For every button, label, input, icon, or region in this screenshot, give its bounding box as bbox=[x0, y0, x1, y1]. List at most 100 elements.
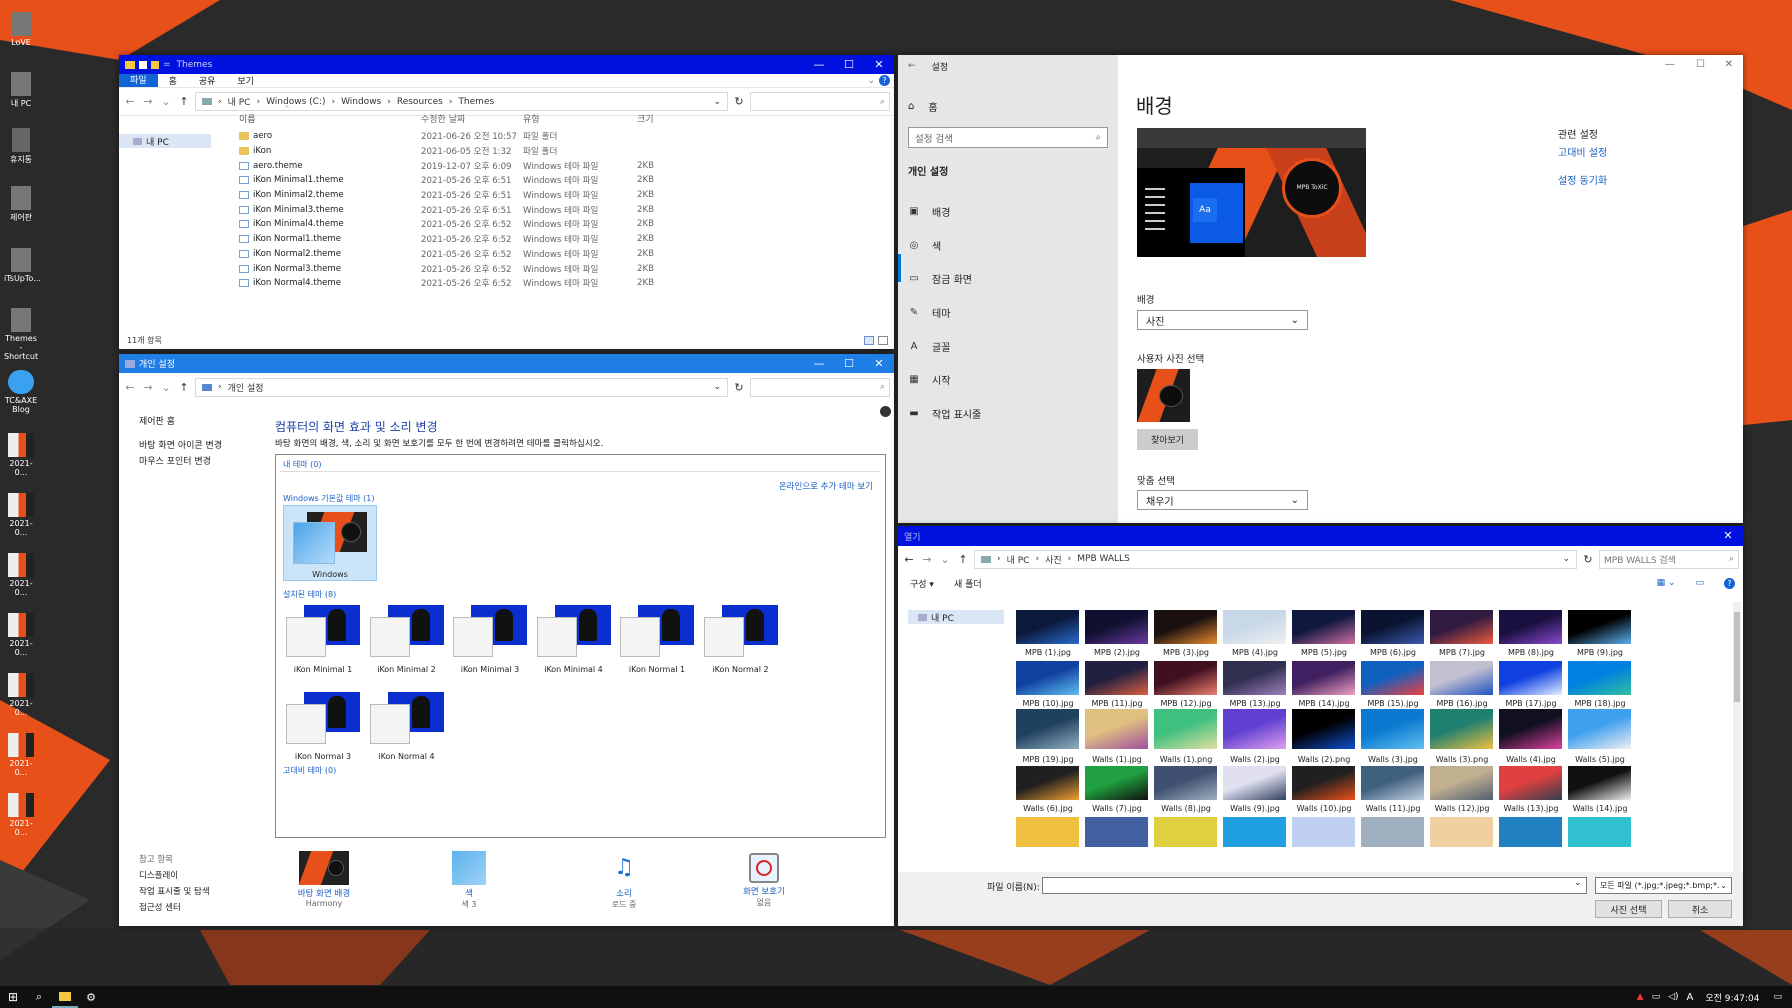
see-also-display[interactable]: 디스플레이 bbox=[139, 868, 210, 884]
settings-nav-item[interactable]: A 글꼴 bbox=[898, 329, 1118, 363]
image-thumbnail[interactable] bbox=[1292, 610, 1355, 644]
forward-icon[interactable]: → bbox=[920, 553, 934, 566]
scrollbar-thumb[interactable] bbox=[1734, 612, 1740, 702]
image-thumbnail[interactable] bbox=[1361, 709, 1424, 749]
network-warning-icon[interactable]: ▲ bbox=[1637, 992, 1644, 1002]
image-thumbnail[interactable] bbox=[1499, 610, 1562, 644]
image-thumbnail[interactable] bbox=[1430, 709, 1493, 749]
help-icon[interactable] bbox=[880, 406, 891, 417]
volume-icon[interactable]: ◁) bbox=[1668, 992, 1678, 1002]
image-thumbnail[interactable] bbox=[1292, 766, 1355, 800]
network-icon[interactable]: ▭ bbox=[1652, 992, 1661, 1002]
theme-windows[interactable]: Windows bbox=[283, 505, 377, 581]
image-thumbnail[interactable] bbox=[1361, 766, 1424, 800]
image-thumbnail[interactable] bbox=[1568, 610, 1631, 644]
details-view-icon[interactable] bbox=[864, 336, 874, 345]
theme-tile[interactable]: iKon Normal 4 bbox=[367, 692, 447, 767]
view-options-icon[interactable]: ▦ ⌄ bbox=[1657, 578, 1676, 588]
image-thumbnail[interactable] bbox=[1085, 661, 1148, 695]
image-thumbnail[interactable] bbox=[1016, 817, 1079, 847]
chevron-down-icon[interactable]: ⌄ bbox=[1562, 554, 1570, 564]
minimize-button[interactable]: — bbox=[804, 354, 834, 373]
settings-nav-item[interactable]: ✎ 테마 bbox=[898, 296, 1118, 330]
desktop-icon[interactable]: LoVE bbox=[4, 12, 38, 47]
col-type[interactable]: 유형 bbox=[523, 112, 637, 125]
file-explorer-taskbar-icon[interactable] bbox=[52, 986, 78, 1008]
back-icon[interactable]: ← bbox=[902, 553, 916, 566]
image-thumbnail[interactable] bbox=[1499, 817, 1562, 847]
image-thumbnail[interactable] bbox=[1154, 766, 1217, 800]
preview-pane-icon[interactable]: ▭ bbox=[1695, 578, 1704, 588]
see-also-taskbar[interactable]: 작업 표시줄 및 탐색 bbox=[139, 884, 210, 900]
image-thumbnail[interactable] bbox=[1430, 661, 1493, 695]
new-folder-icon[interactable] bbox=[151, 60, 159, 69]
sync-settings-link[interactable]: 설정 동기화 bbox=[1558, 172, 1607, 187]
table-row[interactable]: iKon Normal1.theme 2021-05-26 오후 6:52 Wind… bbox=[119, 232, 894, 247]
explorer-window[interactable]: = Themes — ☐ ✕ 파일 홈 공유 보기 ⌄ ? ← → ⌄ ↑ › 내 P… bbox=[119, 55, 894, 349]
see-also-accessibility[interactable]: 접근성 센터 bbox=[139, 900, 210, 916]
image-thumbnail[interactable] bbox=[1223, 709, 1286, 749]
image-thumbnail[interactable] bbox=[1499, 709, 1562, 749]
table-row[interactable]: iKon Minimal2.theme 2021-05-26 오후 6:51 Win… bbox=[119, 188, 894, 203]
start-icon[interactable]: ⊞ bbox=[0, 990, 26, 1004]
table-row[interactable]: iKon 2021-06-05 오전 1:32 파일 폴더 bbox=[119, 144, 894, 159]
image-thumbnail[interactable] bbox=[1223, 817, 1286, 847]
tab-home[interactable]: 홈 bbox=[158, 74, 188, 87]
crumb[interactable]: Themes bbox=[458, 97, 494, 107]
organize-button[interactable]: 구성 ▾ bbox=[910, 577, 934, 590]
image-thumbnail[interactable] bbox=[1154, 661, 1217, 695]
back-icon[interactable]: ← bbox=[123, 381, 137, 394]
chevron-down-icon[interactable]: ⌄ bbox=[713, 97, 721, 107]
image-thumbnail[interactable] bbox=[1154, 817, 1217, 847]
settings-nav-item[interactable]: ▬ 작업 표시줄 bbox=[898, 397, 1118, 431]
mouse-pointer-link[interactable]: 마우스 포인터 변경 bbox=[139, 454, 222, 470]
theme-tile[interactable]: iKon Minimal 2 bbox=[367, 605, 447, 680]
image-thumbnail[interactable] bbox=[1361, 661, 1424, 695]
desktop-icon[interactable]: 휴지통 bbox=[4, 128, 38, 165]
table-row[interactable]: iKon Minimal3.theme 2021-05-26 오후 6:51 Win… bbox=[119, 202, 894, 217]
filename-input[interactable] bbox=[1042, 877, 1587, 894]
up-icon[interactable]: ↑ bbox=[956, 553, 970, 566]
tab-file[interactable]: 파일 bbox=[119, 74, 158, 87]
image-thumbnail[interactable] bbox=[1085, 610, 1148, 644]
address-bar[interactable]: › 개인 설정 ⌄ bbox=[195, 377, 728, 397]
image-thumbnail[interactable] bbox=[1430, 610, 1493, 644]
close-button[interactable]: ✕ bbox=[864, 354, 894, 373]
open-dialog-titlebar[interactable]: 열기 ✕ bbox=[898, 526, 1743, 546]
maximize-button[interactable]: ☐ bbox=[834, 354, 864, 373]
desktop-icon[interactable]: iTsUpTo... bbox=[4, 248, 41, 283]
online-themes-link[interactable]: 온라인으로 추가 테마 보기 bbox=[779, 480, 873, 492]
image-thumbnail[interactable] bbox=[1568, 709, 1631, 749]
large-icons-view-icon[interactable] bbox=[878, 336, 888, 345]
settings-nav-item[interactable]: ▣ 배경 bbox=[898, 195, 1118, 229]
settings-gear-icon[interactable]: ⚙ bbox=[78, 991, 104, 1004]
sound-setting[interactable]: ♫ 소리 로드 중 bbox=[584, 851, 664, 910]
recent-picture-thumb[interactable] bbox=[1137, 369, 1190, 422]
image-thumbnail[interactable] bbox=[1085, 709, 1148, 749]
desktop-icon[interactable]: Themes - Shortcut bbox=[4, 308, 38, 361]
fit-dropdown[interactable]: 채우기 ⌄ bbox=[1137, 490, 1308, 510]
maximize-button[interactable]: ☐ bbox=[1696, 59, 1705, 70]
cancel-button[interactable]: 취소 bbox=[1668, 900, 1732, 918]
theme-tile[interactable]: iKon Minimal 4 bbox=[534, 605, 614, 680]
desktop-icon[interactable]: 2021-0... bbox=[4, 433, 38, 477]
save-icon[interactable] bbox=[139, 60, 147, 69]
close-button[interactable]: ✕ bbox=[1713, 526, 1743, 546]
high-contrast-link[interactable]: 고대비 설정 bbox=[1558, 144, 1607, 159]
recent-dropdown-icon[interactable]: ⌄ bbox=[938, 553, 952, 566]
desktop-icon[interactable]: 2021-0... bbox=[4, 673, 38, 717]
image-thumbnail[interactable] bbox=[1223, 661, 1286, 695]
theme-tile[interactable]: iKon Normal 1 bbox=[617, 605, 697, 680]
control-panel-home-link[interactable]: 제어판 홈 bbox=[139, 414, 222, 430]
theme-tile[interactable]: iKon Minimal 1 bbox=[283, 605, 363, 680]
settings-window[interactable]: ← 설정 ⌂ 홈 설정 검색 ⌕ 개인 설정 ▣ 배경 ◎ 색 ▭ 잠금 화면 ✎ 테마 A 글꼴… bbox=[898, 55, 1743, 523]
dialog-nav-item[interactable]: 내 PC bbox=[908, 610, 1004, 624]
close-button[interactable]: ✕ bbox=[1725, 59, 1733, 70]
filename-dropdown-icon[interactable]: ⌄ bbox=[1574, 878, 1582, 888]
help-icon[interactable]: ? bbox=[1724, 577, 1735, 589]
scrollbar[interactable] bbox=[1733, 602, 1741, 872]
settings-nav-item[interactable]: ◎ 색 bbox=[898, 229, 1118, 263]
personalization-window[interactable]: 개인 설정 — ☐ ✕ ← → ⌄ ↑ › 개인 설정 ⌄ ↻ ⌕ 제어판 홈 바탕 … bbox=[119, 354, 894, 926]
crumb[interactable]: 개인 설정 bbox=[228, 381, 264, 394]
crumb[interactable]: 사진 bbox=[1045, 553, 1062, 566]
